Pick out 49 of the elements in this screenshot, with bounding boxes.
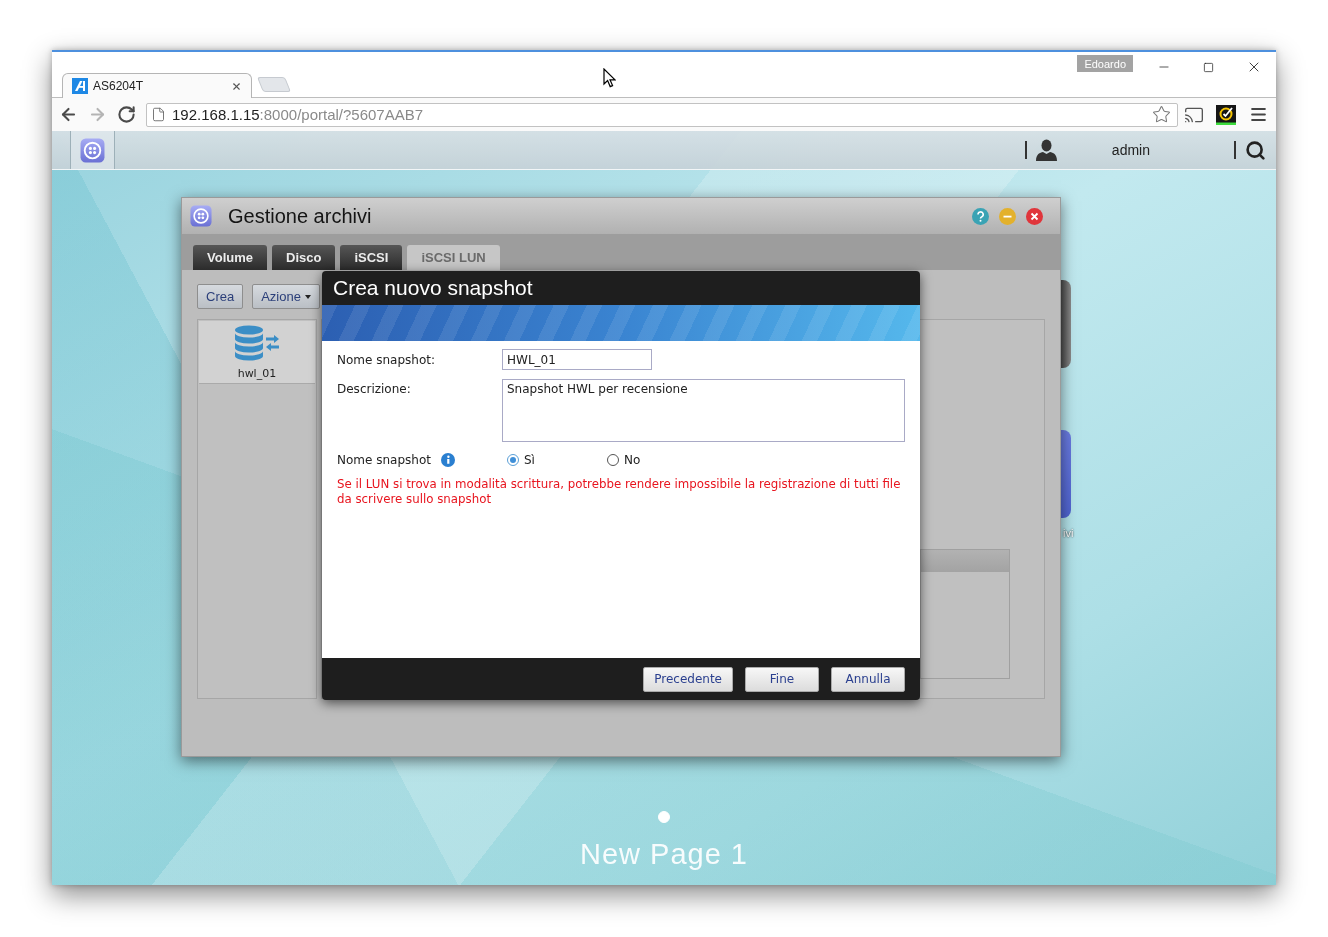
check-badge-icon[interactable]	[1216, 104, 1236, 125]
user-name: admin	[1111, 142, 1150, 158]
url-text: 192.168.1.15:8000/portal/?5607AAB7	[172, 106, 424, 123]
info-icon[interactable]	[440, 453, 455, 467]
tab[interactable]: iSCSI	[340, 245, 403, 270]
close-icon[interactable]	[1026, 207, 1043, 225]
radio-icon[interactable]	[507, 454, 519, 466]
window-title: Gestione archivi	[228, 204, 372, 228]
caret-icon	[304, 294, 311, 299]
app-icon	[190, 205, 212, 227]
page-title: New Page 1	[580, 838, 748, 871]
radio-icon[interactable]	[607, 454, 619, 466]
search-icon[interactable]	[1245, 139, 1266, 161]
lun-item[interactable]: hwl_01	[199, 321, 315, 384]
menu-icon[interactable]	[1248, 105, 1268, 124]
input-field[interactable]: HWL_01	[502, 349, 652, 370]
radio-option[interactable]: Sì	[507, 453, 607, 467]
database-icon	[233, 324, 280, 361]
dialog-button[interactable]: Fine	[745, 666, 819, 692]
reload-icon[interactable]	[117, 105, 136, 124]
desktop-icon-label: ivi	[1063, 527, 1074, 539]
page-icon	[151, 107, 166, 122]
radio-option[interactable]: No	[607, 453, 707, 467]
page-indicator-dot[interactable]	[658, 811, 670, 823]
field-label: Descrizione:	[337, 381, 412, 396]
mouse-cursor-icon	[603, 68, 616, 88]
field-label: Nome snapshot	[337, 453, 431, 467]
textarea-field[interactable]: Snapshot HWL per recensione	[502, 379, 905, 442]
field-label: Nome snapshot:	[337, 352, 436, 367]
tab[interactable]: Volume	[193, 245, 267, 270]
dialog-button[interactable]: Annulla	[831, 666, 905, 692]
maximize-icon[interactable]	[1203, 61, 1214, 73]
user-icon[interactable]	[1035, 139, 1057, 161]
help-icon[interactable]	[972, 207, 989, 225]
logo-icon	[72, 78, 88, 94]
app-launcher-button[interactable]	[70, 131, 115, 169]
desktop-icon[interactable]	[1061, 430, 1071, 518]
close-icon[interactable]	[231, 80, 242, 92]
desktop-icon[interactable]	[1061, 280, 1071, 368]
browser-tab[interactable]: AS6204T	[62, 73, 252, 98]
toolbar-button[interactable]: Crea	[197, 284, 244, 309]
tab[interactable]: Disco	[272, 245, 336, 270]
dropdown-button[interactable]: Azione	[252, 284, 320, 309]
dialog-title: Crea nuovo snapshot	[333, 276, 533, 300]
dialog-button[interactable]: Precedente	[643, 666, 733, 692]
address-field[interactable]: 192.168.1.15:8000/portal/?5607AAB7	[146, 102, 1178, 127]
warning-text: Se il LUN si trova in modalità scrittura, potrebbe rendere impossibile la registrazione di tutti file da scrivere sullo snapshot	[337, 477, 902, 507]
star-icon[interactable]	[1152, 105, 1171, 124]
app-icon	[80, 137, 105, 163]
